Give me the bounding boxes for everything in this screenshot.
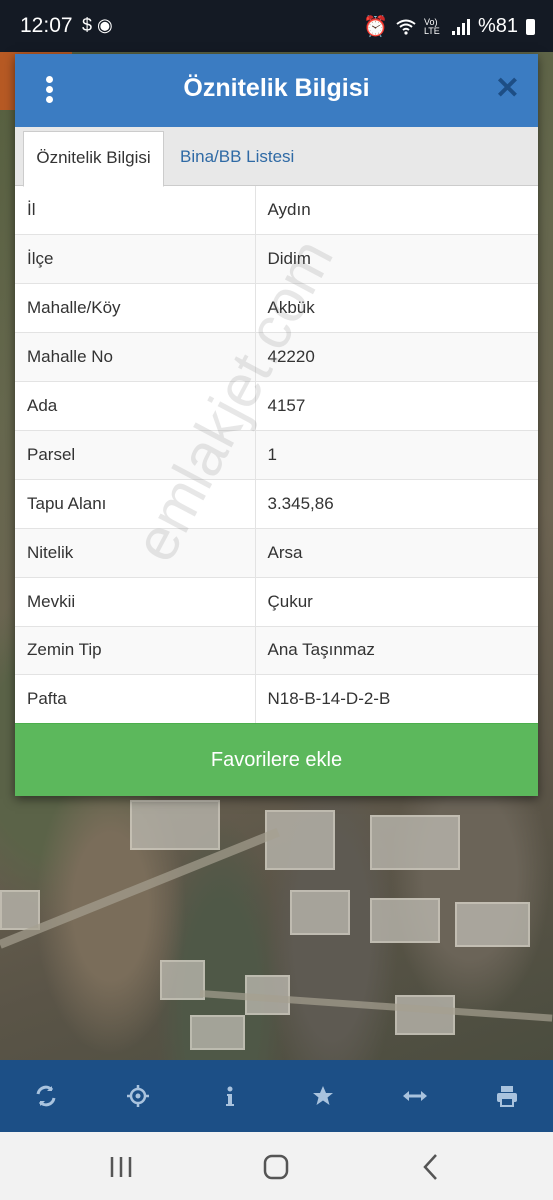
table-row: İl Aydın [15, 186, 538, 236]
locate-icon[interactable] [118, 1076, 158, 1116]
attribute-label: Mahalle/Köy [15, 283, 256, 334]
attribute-label: Parsel [15, 430, 256, 480]
notification-icons: $ ◉ [82, 15, 113, 35]
attribute-label: Ada [15, 381, 256, 431]
table-row: Mahalle No 42220 [15, 332, 538, 383]
back-icon[interactable] [416, 1152, 446, 1182]
home-icon[interactable] [261, 1152, 291, 1182]
battery-icon [526, 18, 535, 35]
status-right-icons: ⏰ Vo) LTE %81 [363, 14, 535, 39]
table-row: Tapu Alanı 3.345,86 [15, 479, 538, 529]
attribute-label: İlçe [15, 234, 256, 285]
table-row: Pafta N18-B-14-D-2-B [15, 674, 538, 725]
attribute-value: 3.345,86 [255, 479, 538, 529]
attribute-value: Akbük [255, 283, 538, 334]
print-icon[interactable] [487, 1076, 527, 1116]
system-nav-bar [0, 1132, 553, 1200]
dialog-title: Öznitelik Bilgisi [183, 74, 370, 102]
attribute-value: 4157 [255, 381, 538, 431]
tab-building-list[interactable]: Bina/BB Listesi [168, 131, 306, 187]
attribute-value: 1 [255, 430, 538, 480]
close-icon[interactable]: ✕ [495, 72, 520, 106]
recents-icon[interactable] [106, 1152, 136, 1182]
attribute-label: Nitelik [15, 528, 256, 578]
status-bar: 12:07 $ ◉ ⏰ Vo) LTE %81 [0, 0, 553, 52]
attribute-table: İl Aydın İlçe Didim Mahalle/Köy Akbük Mahalle … [15, 186, 538, 725]
attribute-value: Çukur [255, 577, 538, 627]
star-icon[interactable] [303, 1076, 343, 1116]
attribute-value: N18-B-14-D-2-B [255, 674, 538, 725]
table-row: Parsel 1 [15, 430, 538, 480]
attribute-value: Arsa [255, 528, 538, 578]
map-toolbar [0, 1060, 553, 1132]
attribute-value: Aydın [255, 186, 538, 236]
attribute-label: Tapu Alanı [15, 479, 256, 529]
wifi-icon [396, 19, 416, 35]
table-row: Mevkii Çukur [15, 577, 538, 627]
status-time: 12:07 [20, 14, 73, 37]
dialog-header: Öznitelik Bilgisi ✕ [15, 54, 538, 127]
attribute-value: Didim [255, 234, 538, 285]
refresh-icon[interactable] [26, 1076, 66, 1116]
signal-icon [451, 18, 470, 35]
info-icon[interactable] [210, 1076, 250, 1116]
tab-bar: Öznitelik Bilgisi Bina/BB Listesi [15, 127, 538, 187]
measure-icon[interactable] [395, 1076, 435, 1116]
alarm-icon: ⏰ [363, 16, 388, 38]
battery-percent: %81 [477, 15, 518, 37]
attribute-label: Pafta [15, 674, 256, 725]
table-row: İlçe Didim [15, 234, 538, 285]
table-row: Zemin Tip Ana Taşınmaz [15, 626, 538, 676]
attribute-label: Mahalle No [15, 332, 256, 383]
table-row: Nitelik Arsa [15, 528, 538, 578]
attribute-label: Mevkii [15, 577, 256, 627]
tab-attribute-info[interactable]: Öznitelik Bilgisi [23, 131, 164, 187]
table-row: Ada 4157 [15, 381, 538, 431]
attribute-dialog: Öznitelik Bilgisi ✕ Öznitelik Bilgisi Bi… [15, 54, 538, 796]
volte-label: Vo) LTE [423, 16, 440, 36]
attribute-value: 42220 [255, 332, 538, 383]
attribute-label: İl [15, 186, 256, 236]
attribute-label: Zemin Tip [15, 626, 256, 676]
attribute-value: Ana Taşınmaz [255, 626, 538, 676]
table-row: Mahalle/Köy Akbük [15, 283, 538, 334]
add-favorite-button[interactable]: Favorilere ekle [15, 723, 538, 796]
